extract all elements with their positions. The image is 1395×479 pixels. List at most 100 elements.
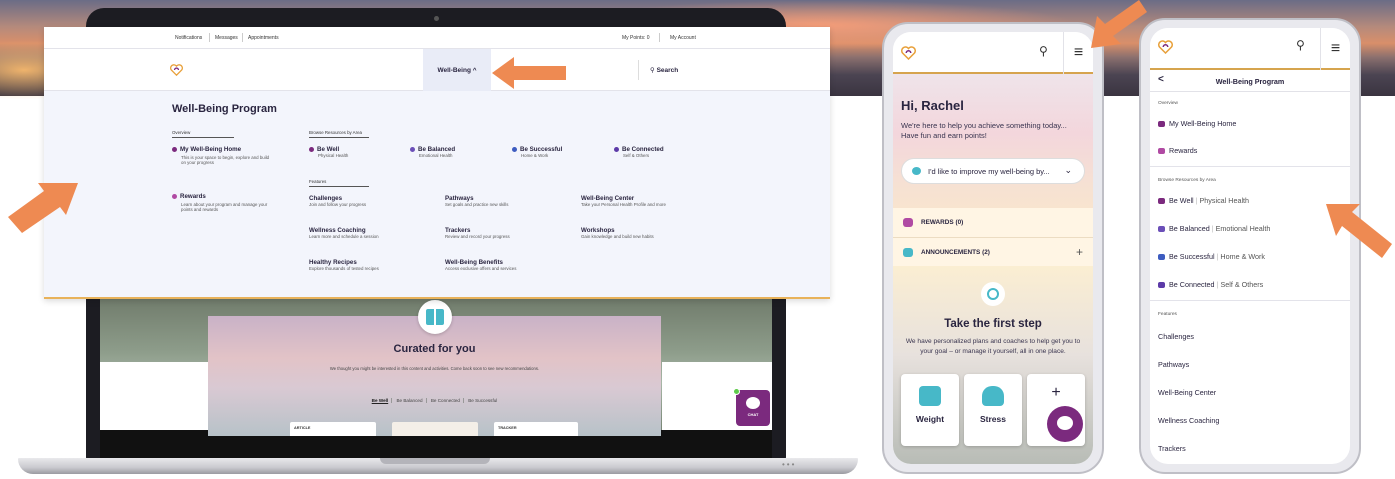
curated-tab-be-balanced[interactable]: Be Balanced (393, 398, 427, 403)
be-balanced-icon (1158, 226, 1165, 233)
heart-logo-icon[interactable] (1158, 40, 1173, 55)
notifications-link[interactable]: Notifications (175, 35, 202, 41)
features-label: Features (1158, 312, 1177, 317)
gift-icon (418, 300, 452, 334)
tracker-card[interactable]: TRACKER (494, 422, 578, 436)
callout-arrow-right (1326, 204, 1392, 258)
well-being-nav-tab[interactable]: Well-Being ^ (423, 49, 491, 91)
curated-subtitle: We thought you might be interested in th… (329, 366, 540, 371)
expand-plus-icon[interactable]: + (1076, 245, 1083, 259)
messages-link[interactable]: Messages (215, 35, 238, 41)
menu-item-rewards[interactable]: Rewards (1158, 146, 1197, 155)
menu-area-be-successful[interactable]: Be Successful Home & Work (512, 146, 562, 158)
phone-menu-header: ⚲ ≡ (1150, 28, 1350, 70)
menu-feature-well-being-center[interactable]: Well-Being Center Take your Personal Hea… (581, 195, 666, 207)
overview-label: Overview (172, 130, 234, 138)
menu-feature-challenges[interactable]: Challenges (1158, 332, 1194, 341)
menu-area-be-balanced[interactable]: Be Balanced | Emotional Health (1158, 224, 1270, 233)
areas-label: Browse Resources by Area (1158, 178, 1216, 183)
rewards-icon (1158, 148, 1165, 155)
search-link[interactable]: ⚲ Search (650, 66, 678, 74)
curated-tab-be-connected[interactable]: Be Connected (427, 398, 464, 403)
home-icon (1158, 121, 1165, 128)
search-icon[interactable]: ⚲ (1296, 38, 1305, 52)
callout-arrow-wellbeing (492, 57, 566, 89)
menu-item-my-well-being-home[interactable]: My Well-Being Home This is your space to… (172, 146, 272, 166)
my-points-link[interactable]: My Points: 0 (622, 35, 650, 41)
curated-tabs: Be Well Be Balanced Be Connected Be Succ… (208, 398, 661, 403)
be-successful-icon (512, 146, 517, 152)
be-balanced-icon (410, 146, 415, 152)
features-label: Features (309, 179, 369, 187)
laptop-dots: ••• (782, 460, 797, 469)
curated-title: Curated for you (393, 343, 476, 355)
chat-button[interactable] (1047, 406, 1083, 442)
menu-title: Well-Being Program (172, 103, 277, 115)
laptop-camera (434, 16, 439, 21)
heart-logo-icon[interactable] (170, 63, 183, 77)
be-well-icon (309, 146, 314, 152)
menu-feature-workshops[interactable]: Workshops Gain knowledge and build new h… (581, 227, 654, 239)
chat-bubble-icon (1057, 416, 1073, 430)
web-top-bar: Notifications Messages Appointments My P… (44, 27, 830, 49)
article-card[interactable]: ARTICLE (290, 422, 376, 436)
curated-tab-be-well[interactable]: Be Well (368, 398, 393, 403)
phone-menu-screen: ⚲ ≡ < Well-Being Program Overview My Wel… (1150, 28, 1350, 464)
menu-feature-healthy-recipes[interactable]: Healthy Recipes Explore thousands of tes… (309, 259, 379, 271)
curated-section (208, 316, 661, 436)
scale-icon (919, 386, 941, 406)
callout-arrow-hamburger (1091, 0, 1147, 48)
be-connected-icon (1158, 282, 1165, 289)
content-card[interactable] (392, 422, 478, 436)
rewards-icon (903, 218, 913, 227)
be-connected-icon (614, 146, 619, 152)
menu-feature-pathways[interactable]: Pathways Set goals and practice new skil… (445, 195, 508, 207)
laptop-notch (380, 458, 490, 464)
chat-button[interactable]: CHAT (736, 390, 770, 426)
menu-feature-well-being-center[interactable]: Well-Being Center (1158, 388, 1216, 397)
my-account-link[interactable]: My Account (670, 35, 696, 41)
lotus-icon (912, 167, 921, 175)
tile-stress[interactable]: Stress (964, 374, 1022, 446)
menu-feature-pathways[interactable]: Pathways (1158, 360, 1189, 369)
overview-label: Overview (1158, 101, 1178, 106)
chat-online-indicator (733, 388, 740, 395)
menu-feature-trackers[interactable]: Trackers (1158, 444, 1186, 453)
appointments-link[interactable]: Appointments (248, 35, 279, 41)
menu-feature-well-being-benefits[interactable]: Well-Being Benefits Access exclusive off… (445, 259, 516, 271)
improve-dropdown[interactable]: I'd like to improve my well-being by... … (901, 158, 1085, 184)
menu-area-be-balanced[interactable]: Be Balanced Emotional Health (410, 146, 455, 158)
search-icon[interactable]: ⚲ (1039, 44, 1048, 58)
menu-subheader: < Well-Being Program (1150, 70, 1350, 92)
menu-area-be-well[interactable]: Be Well | Physical Health (1158, 196, 1249, 205)
menu-feature-challenges[interactable]: Challenges Join and follow your progress (309, 195, 366, 207)
tile-weight[interactable]: Weight (901, 374, 959, 446)
greeting: Hi, Rachel (901, 98, 964, 113)
rewards-row[interactable]: REWARDS (0) (893, 208, 1093, 238)
menu-area-be-connected[interactable]: Be Connected | Self & Others (1158, 280, 1263, 289)
heart-logo-icon[interactable] (901, 46, 916, 61)
menu-subheader-title: Well-Being Program (1215, 77, 1285, 86)
hamburger-menu-icon[interactable]: ≡ (1320, 28, 1350, 70)
menu-area-be-well[interactable]: Be Well Physical Health (309, 146, 348, 158)
target-icon (981, 282, 1005, 306)
phone-home-screen: ⚲ ≡ Hi, Rachel We're here to help you ac… (893, 32, 1093, 464)
menu-feature-trackers[interactable]: Trackers Review and record your progress (445, 227, 510, 239)
megaphone-icon (903, 248, 913, 257)
first-step-title: Take the first step (944, 318, 1042, 330)
chevron-down-icon: ⌄ (1064, 165, 1072, 175)
callout-arrow-left (8, 183, 78, 233)
first-step-subtitle: We have personalized plans and coaches t… (905, 338, 1081, 355)
menu-feature-wellness-coaching[interactable]: Wellness Coaching Learn more and schedul… (309, 227, 379, 239)
menu-item-rewards[interactable]: Rewards Learn about your program and man… (172, 193, 272, 213)
curated-tab-be-successful[interactable]: Be Successful (465, 398, 500, 403)
menu-area-be-successful[interactable]: Be Successful | Home & Work (1158, 252, 1265, 261)
announcements-row[interactable]: ANNOUNCEMENTS (2) + (893, 238, 1093, 268)
back-chevron-icon[interactable]: < (1158, 74, 1164, 85)
search-icon: ⚲ (650, 67, 657, 74)
menu-area-be-connected[interactable]: Be Connected Self & Others (614, 146, 664, 158)
menu-feature-wellness-coaching[interactable]: Wellness Coaching (1158, 416, 1219, 425)
menu-item-my-well-being-home[interactable]: My Well-Being Home (1158, 119, 1236, 128)
cloud-rain-icon (982, 386, 1004, 406)
laptop-page-margin-left (100, 362, 208, 430)
